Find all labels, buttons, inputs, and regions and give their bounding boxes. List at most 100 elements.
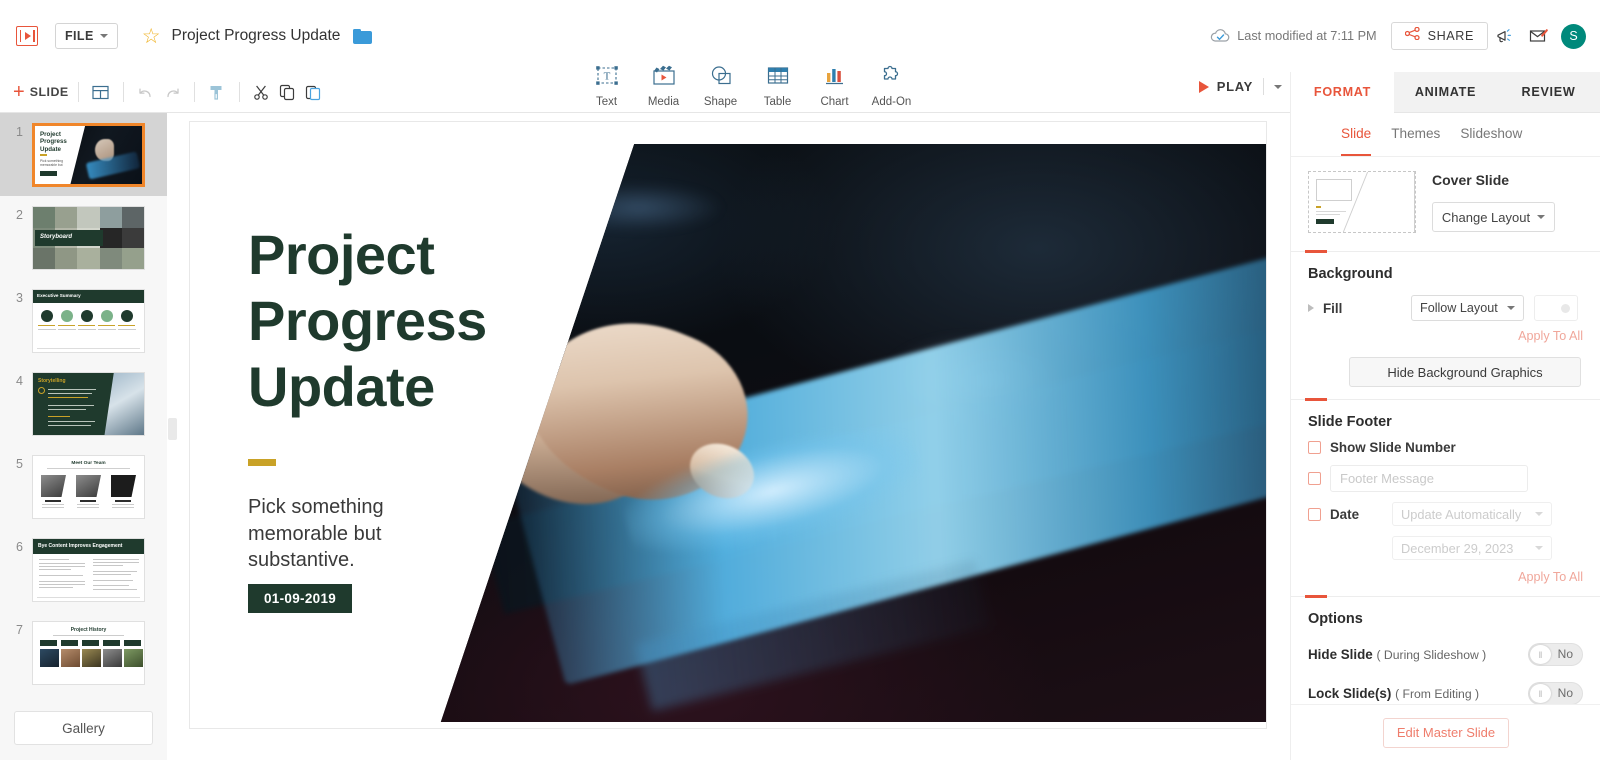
footer-message-row: Footer Message [1308,465,1600,492]
insert-text-button[interactable]: T Text [578,62,635,108]
layout-preview[interactable] [1308,171,1416,233]
edit-master-slide-button[interactable]: Edit Master Slide [1383,717,1509,748]
slide-number: 5 [16,457,23,471]
slide-number: 4 [16,374,23,388]
insert-text-label: Text [595,96,618,108]
slide-number: 1 [16,125,23,139]
gallery-bar: Gallery [0,696,167,760]
slide-thumbnail-2[interactable]: 2 Storyboard [0,196,167,279]
user-avatar[interactable]: S [1561,23,1586,49]
undo-icon[interactable] [133,79,159,105]
lock-slide-toggle[interactable]: ‖ No [1528,682,1583,705]
tab-review[interactable]: REVIEW [1497,72,1600,113]
subtab-slideshow[interactable]: Slideshow [1460,126,1522,156]
tab-format[interactable]: FORMAT [1291,72,1394,113]
insert-table-button[interactable]: Table [749,62,806,108]
show-slide-number-label: Show Slide Number [1330,440,1456,455]
redo-icon[interactable] [159,79,185,105]
last-modified-text: Last modified at 7:11 PM [1237,29,1377,43]
file-menu-label: FILE [65,29,94,43]
footer-message-input[interactable]: Footer Message [1330,465,1528,492]
insert-media-button[interactable]: Media [635,62,692,108]
slide-thumbnail-6[interactable]: 6 Bye Content Improves Engagement [0,528,167,611]
fill-select-value: Follow Layout [1420,301,1498,315]
thumbnail-preview: Bye Content Improves Engagement [32,538,145,602]
subtab-themes[interactable]: Themes [1391,126,1440,156]
slide-thumbnail-7[interactable]: 7 Project History [0,611,167,694]
slide-thumbnail-5[interactable]: 5 Meet Our Team [0,445,167,528]
background-title: Background [1308,266,1393,282]
insert-table-label: Table [763,96,792,108]
slide-editor-canvas[interactable]: Project Progress Update Pick something m… [189,121,1267,729]
star-icon[interactable]: ☆ [142,26,161,47]
insert-shape-button[interactable]: Shape [692,62,749,108]
paste-icon[interactable] [301,79,327,105]
background-apply-to-all[interactable]: Apply To All [1308,329,1600,343]
edit-master-bar: Edit Master Slide [1291,704,1600,760]
change-layout-button[interactable]: Change Layout [1432,202,1555,232]
canvas-area: Project Progress Update Pick something m… [167,113,1290,760]
divider [238,82,240,102]
thumb-photo [70,126,142,184]
thumb-rule [40,154,47,156]
play-label[interactable]: PLAY [1217,79,1253,94]
date-value-select[interactable]: December 29, 2023 [1392,536,1552,560]
megaphone-icon[interactable] [1488,19,1522,53]
compose-mail-icon[interactable] [1522,19,1556,53]
thumbnail-preview: Project History [32,621,145,685]
layout-icon[interactable] [88,79,114,105]
panel-collapse-handle[interactable] [168,418,177,440]
thumb-portrait [111,475,136,497]
expand-triangle-icon[interactable] [1308,304,1314,312]
document-title[interactable]: Project Progress Update [172,27,341,45]
date-value-row: December 29, 2023 [1392,536,1600,560]
divider [1263,78,1264,95]
footer-message-checkbox[interactable] [1308,472,1321,485]
date-checkbox[interactable] [1308,507,1321,521]
slide-subtitle-text[interactable]: Pick something memorable but substantive… [248,494,473,574]
add-slide-button[interactable]: + SLIDE [13,82,69,102]
play-icon[interactable] [1198,80,1209,93]
cut-icon[interactable] [249,79,275,105]
date-mode-select[interactable]: Update Automatically [1392,502,1552,526]
format-painter-icon[interactable] [204,79,230,105]
swatch-dot [1561,303,1570,313]
slide-thumbnail-1[interactable]: 1 Project Progress Update Pick something m… [0,113,167,196]
slide-number: 2 [16,208,23,222]
slide-thumbnail-3[interactable]: 3 Executive Summary [0,279,167,362]
slide-image[interactable] [440,144,1266,722]
chevron-down-icon [99,34,108,38]
slide-title-text[interactable]: Project Progress Update [248,222,487,420]
title-line-1: Project [248,223,435,286]
slide-thumbnail-list[interactable]: 1 Project Progress Update Pick something m… [0,113,167,696]
add-slide-label: SLIDE [29,85,69,99]
thumb-title-bar: Storyboard [35,230,103,246]
date-mode-value: Update Automatically [1401,506,1522,522]
hide-slide-toggle[interactable]: ‖ No [1528,643,1583,666]
insert-addon-button[interactable]: Add-On [863,62,920,108]
gallery-button[interactable]: Gallery [14,711,153,745]
copy-icon[interactable] [275,79,301,105]
slide-thumbnail-4[interactable]: 4 Storytelling [0,362,167,445]
fill-select[interactable]: Follow Layout [1411,295,1524,321]
fill-label: Fill [1323,300,1343,316]
share-button[interactable]: SHARE [1390,22,1488,50]
show-slide-number-checkbox[interactable] [1308,441,1321,454]
thumb-title: Bye Content Improves Engagement [38,543,123,549]
photo-bokeh-top [556,184,723,231]
fill-color-swatch[interactable] [1534,295,1578,321]
folder-icon[interactable] [353,28,373,44]
file-menu-button[interactable]: FILE [55,23,118,49]
text-box-icon: T [594,64,620,93]
play-chevron-down-icon[interactable] [1274,84,1282,89]
zoho-show-logo-icon[interactable] [16,26,38,46]
subtab-slide[interactable]: Slide [1341,126,1372,156]
hide-background-graphics-button[interactable]: Hide Background Graphics [1349,357,1581,387]
thumb-portrait [41,475,66,497]
lock-slide-toggle-value: No [1557,686,1573,700]
hide-slide-note: ( During Slideshow ) [1376,648,1487,662]
footer-apply-to-all[interactable]: Apply To All [1308,570,1600,584]
tab-animate[interactable]: ANIMATE [1394,72,1497,113]
slide-date-badge[interactable]: 01-09-2019 [248,584,353,613]
insert-chart-button[interactable]: Chart [806,62,863,108]
